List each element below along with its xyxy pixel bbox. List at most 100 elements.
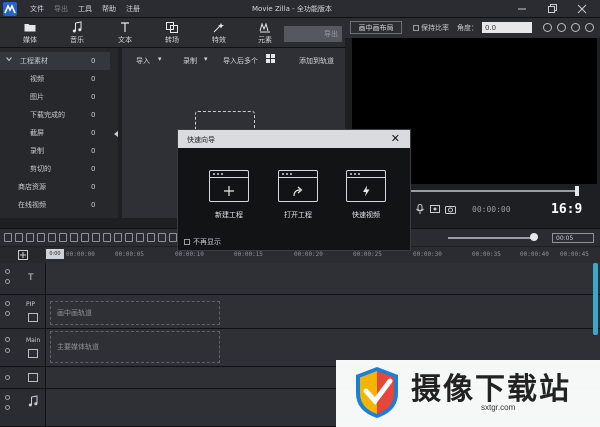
speed-icon[interactable] — [81, 233, 89, 242]
title-bar: 文件 导出 工具 帮助 注册 Movie Zilla - 全功能版本 — [0, 0, 600, 18]
angle-label: 角度： — [457, 24, 478, 32]
transition-icon — [150, 20, 194, 34]
timeline-zoom-value[interactable]: 00:05 — [552, 233, 594, 243]
ruler-tick: 00:00:35 — [472, 251, 501, 258]
quick-video-label: 快速视频 — [352, 211, 380, 219]
menu-file[interactable]: 文件 — [30, 4, 44, 14]
audio-toggle-icon[interactable] — [5, 348, 10, 353]
chevron-down-icon: ▾ — [158, 55, 162, 63]
crop-icon[interactable] — [70, 233, 78, 242]
rotate-icon[interactable] — [92, 233, 100, 242]
delete-icon[interactable] — [26, 233, 34, 242]
record-icon[interactable] — [125, 233, 133, 242]
tool-elements[interactable]: 元素 — [243, 20, 287, 46]
paste-icon[interactable] — [48, 233, 56, 242]
menu-register[interactable]: 注册 — [126, 4, 140, 14]
tree-item-store[interactable]: 商店资源 0 — [0, 178, 110, 196]
track-body[interactable] — [46, 263, 600, 294]
timeline-zoom-handle[interactable] — [530, 233, 538, 241]
flip-icon[interactable] — [571, 23, 580, 32]
screen-capture-icon[interactable] — [430, 204, 440, 214]
open-project-label: 打开工程 — [284, 211, 312, 219]
tree-item-screenshots[interactable]: 截屏 0 — [0, 124, 110, 142]
grid-view-icon[interactable] — [266, 54, 275, 65]
folder-icon[interactable] — [158, 233, 166, 242]
timeline-track-pip: PIP 画中画轨道 — [0, 295, 600, 329]
tree-item-clipped[interactable]: 剪切的 0 — [0, 160, 110, 178]
visibility-eye-icon[interactable] — [5, 337, 10, 342]
tree-item-images[interactable]: 图片 0 — [0, 88, 110, 106]
new-project-button[interactable] — [209, 170, 249, 202]
audio-toggle-icon[interactable] — [5, 311, 10, 316]
tree-item-recordings[interactable]: 录制 0 — [0, 142, 110, 160]
playhead-time[interactable]: 0:00 — [46, 249, 64, 259]
window-bar — [279, 171, 317, 178]
rotate-right-icon[interactable] — [557, 23, 566, 32]
undo-icon[interactable] — [4, 233, 12, 242]
lock-icon[interactable] — [5, 279, 10, 284]
close-icon[interactable]: ✕ — [391, 132, 400, 145]
tree-item-label: 下载完成的 — [30, 111, 65, 119]
import-button[interactable]: 导入 — [136, 56, 150, 66]
microphone-icon[interactable] — [415, 204, 425, 214]
pip-layout-button[interactable]: 画中画布局 — [350, 21, 402, 34]
tool-transition[interactable]: 转场 — [150, 20, 194, 46]
export-button[interactable]: 导出 — [284, 26, 342, 42]
minimize-icon[interactable] — [508, 2, 536, 16]
record-button[interactable]: 录制 — [183, 56, 197, 66]
tree-item-video[interactable]: 视频 0 — [0, 70, 110, 88]
timeline-scrollbar[interactable] — [593, 263, 598, 335]
tree-item-count: 0 — [91, 111, 96, 119]
tree-item-project[interactable]: 工程素材 0 — [0, 52, 110, 70]
collapse-panel-icon[interactable] — [114, 131, 118, 137]
tree-item-label: 视频 — [30, 75, 44, 83]
track-body[interactable]: 画中画轨道 — [46, 295, 600, 328]
zoom-icon[interactable] — [585, 23, 594, 32]
redo-icon[interactable] — [15, 233, 23, 242]
quick-video-button[interactable] — [346, 170, 386, 202]
menu-export[interactable]: 导出 — [54, 4, 68, 14]
ruler-tick: 00:00:30 — [413, 251, 442, 258]
menu-tools[interactable]: 工具 — [78, 4, 92, 14]
angle-input[interactable]: 0.0 — [482, 22, 532, 33]
color-icon[interactable] — [114, 233, 122, 242]
lock-icon[interactable] — [5, 405, 10, 410]
keep-ratio-label: 保持比率 — [421, 24, 449, 32]
import-after-button[interactable]: 导入后多个 — [223, 56, 258, 66]
rotate-left-icon[interactable] — [543, 23, 552, 32]
visibility-eye-icon[interactable] — [5, 269, 10, 274]
maximize-icon[interactable] — [538, 2, 566, 16]
split-icon[interactable] — [59, 233, 67, 242]
preview-seek-handle[interactable] — [575, 186, 579, 196]
copy-icon[interactable] — [37, 233, 45, 242]
tool-elements-label: 元素 — [258, 36, 272, 44]
tool-media[interactable]: 媒体 — [8, 20, 52, 46]
tool-effects[interactable]: 特效 — [197, 20, 241, 46]
tree-item-label: 录制 — [30, 147, 44, 155]
star-icon[interactable] — [136, 233, 144, 242]
image-icon[interactable] — [169, 233, 177, 242]
close-icon[interactable] — [568, 2, 596, 16]
preview-timecode: 00:00:00 — [472, 205, 511, 214]
visibility-eye-icon[interactable] — [5, 395, 10, 400]
add-track-icon[interactable] — [18, 250, 28, 262]
camera-icon[interactable] — [445, 204, 456, 214]
open-project-button[interactable] — [278, 170, 318, 202]
tree-item-count: 0 — [91, 165, 96, 173]
tree-item-online-video[interactable]: 在线视频 0 — [0, 196, 110, 214]
dont-show-again-checkbox[interactable]: 不再显示 — [184, 237, 221, 247]
visibility-eye-icon[interactable] — [5, 301, 10, 306]
audio-icon[interactable] — [147, 233, 155, 242]
tool-text[interactable]: 文本 — [103, 20, 147, 46]
timeline-zoom-slider[interactable] — [448, 237, 534, 239]
overlay-track-icon — [28, 373, 38, 382]
keep-ratio-checkbox[interactable]: 保持比率 — [413, 23, 449, 33]
visibility-eye-icon[interactable] — [5, 375, 10, 380]
track-header: Main — [0, 329, 46, 366]
add-to-track-button[interactable]: 添加到轨道 — [299, 56, 334, 66]
menu-help[interactable]: 帮助 — [102, 4, 116, 14]
aspect-ratio-display[interactable]: 16:9 — [551, 202, 582, 217]
clock-icon[interactable] — [103, 233, 111, 242]
tree-item-downloaded[interactable]: 下载完成的 0 — [0, 106, 110, 124]
tool-music[interactable]: 音乐 — [55, 20, 99, 46]
